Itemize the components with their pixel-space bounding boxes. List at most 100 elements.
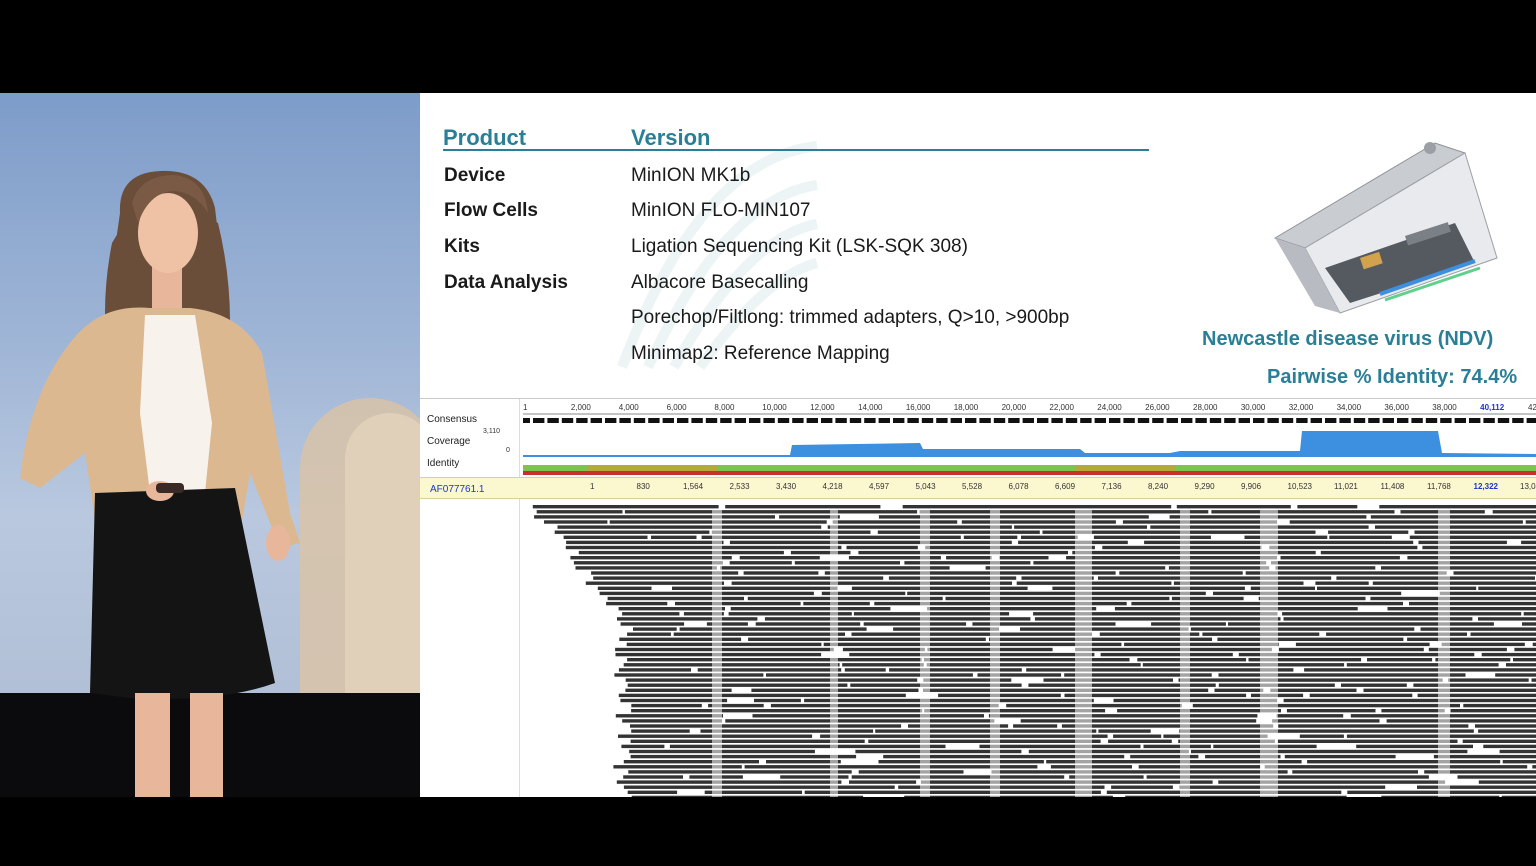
read-segment (945, 596, 1170, 601)
read-segment (743, 571, 819, 575)
ndv-title: Newcastle disease virus (NDV) (1202, 328, 1494, 350)
read-segment (1106, 790, 1342, 794)
coverage-gap (830, 509, 838, 797)
read-segment (1453, 571, 1536, 575)
consensus-gap (1336, 418, 1340, 423)
read-segment (824, 571, 1116, 575)
read-segment (1341, 683, 1407, 687)
read-segment (1499, 749, 1536, 754)
consensus-gap (1149, 418, 1153, 423)
consensus-gap (1394, 418, 1397, 423)
read-segment (563, 535, 648, 539)
read-segment (1414, 530, 1536, 534)
consensus-gap (1293, 418, 1297, 423)
consensus-gap (1322, 418, 1325, 423)
consensus-gap (1278, 418, 1282, 423)
read-segment (1407, 556, 1536, 560)
read-segment (1143, 744, 1211, 749)
read-segment (804, 698, 1094, 703)
read-segment (1033, 561, 1267, 565)
read-segment (1375, 525, 1536, 529)
read-segment (1021, 535, 1078, 539)
consensus-gap (846, 418, 850, 423)
read-segment (770, 703, 999, 708)
read-segment (863, 622, 967, 626)
read-segment (820, 734, 1108, 738)
read-segment (766, 673, 973, 677)
letterbox-bottom (0, 797, 1536, 866)
read-segment (754, 698, 801, 703)
read-segment (630, 739, 865, 743)
consensus-gap (645, 418, 649, 423)
consensus-gap (1523, 418, 1527, 423)
consensus-gap (530, 418, 533, 423)
read-segment (536, 510, 623, 514)
read-segment (1420, 627, 1536, 631)
read-segment (1295, 642, 1430, 647)
consensus-gap (1005, 418, 1009, 423)
read-segment (1304, 668, 1536, 672)
read-segment (1513, 658, 1536, 662)
read-segment (631, 709, 923, 713)
row-value-porechop: Porechop/Filtlong: trimmed adapters, Q>1… (631, 307, 1070, 328)
read-segment (842, 647, 925, 652)
read-segment (1462, 739, 1536, 743)
stage-background (0, 93, 420, 797)
read-segment (1114, 607, 1358, 611)
read-segment (1098, 576, 1332, 580)
consensus-gap (1466, 418, 1469, 423)
consensus-gap (789, 418, 793, 423)
read-segment (1163, 734, 1268, 738)
read-segment (613, 765, 742, 769)
read-segment (532, 505, 719, 509)
read-segment (1475, 724, 1536, 728)
read-segment (926, 663, 1141, 667)
read-segment (729, 561, 792, 565)
read-segment (1409, 601, 1536, 606)
genome-viewer: Consensus Coverage Identity 3,110 0 1 2,0… (420, 398, 1536, 797)
read-segment (1098, 729, 1151, 733)
read-segment (1315, 581, 1369, 585)
read-segment (827, 525, 1012, 529)
read-segment (1525, 520, 1536, 524)
read-segment (1271, 561, 1536, 565)
read-segment (907, 591, 1206, 596)
read-segment (1320, 550, 1536, 555)
coverage-gap (990, 509, 1000, 797)
read-segment (842, 663, 924, 667)
read-segment (858, 550, 1068, 555)
consensus-gap (918, 418, 922, 423)
read-segment (747, 596, 943, 601)
read-segment (1006, 703, 1182, 708)
read-segment (858, 770, 964, 774)
read-segment (631, 703, 702, 708)
read-segment (868, 739, 1101, 743)
read-segment (1531, 678, 1536, 682)
read-segment (1191, 749, 1468, 754)
alignment-canvas[interactable] (420, 399, 1536, 797)
read-segment (1013, 724, 1058, 728)
read-segment (627, 683, 848, 687)
read-segment (616, 780, 842, 784)
read-segment (672, 586, 838, 590)
read-segment (575, 566, 717, 570)
read-segment (599, 591, 814, 596)
coverage-gap (1180, 509, 1190, 797)
read-segment (1413, 683, 1536, 687)
read-segment (1108, 739, 1172, 743)
consensus-gap (774, 418, 778, 423)
consensus-gap (1192, 418, 1196, 423)
read-segment (925, 545, 1095, 550)
read-segment (631, 729, 690, 733)
read-segment (1502, 760, 1536, 764)
read-segment (623, 663, 840, 667)
read-segment (1176, 505, 1291, 509)
read-segment (920, 780, 1213, 784)
read-segment (1111, 785, 1173, 789)
consensus-gap (659, 418, 663, 423)
read-segment (1387, 607, 1536, 611)
row-label-flow-cells: Flow Cells (444, 200, 538, 221)
read-segment (1066, 556, 1278, 560)
read-segment (1276, 714, 1344, 718)
read-segment (1284, 754, 1396, 759)
